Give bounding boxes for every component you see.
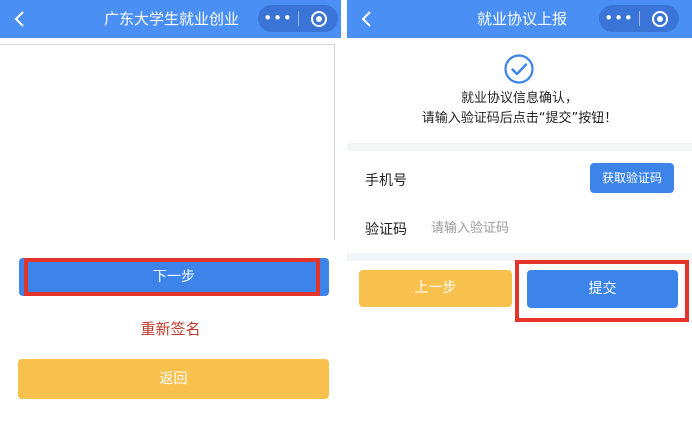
record-icon[interactable]: [640, 10, 679, 27]
navbar: 广东大学生就业创业 •••: [0, 0, 341, 38]
more-icon[interactable]: •••: [599, 5, 639, 32]
section-divider: [347, 253, 692, 261]
more-icon[interactable]: •••: [258, 5, 298, 32]
submit-button[interactable]: 提交: [527, 270, 678, 308]
verification-code-input[interactable]: [431, 216, 601, 240]
page-title: 广东大学生就业创业: [104, 10, 240, 28]
resign-link[interactable]: 重新签名: [0, 318, 341, 339]
chevron-left-icon[interactable]: [357, 8, 377, 30]
record-icon[interactable]: [299, 10, 338, 27]
signature-canvas[interactable]: [0, 44, 335, 240]
phone-label: 手机号: [365, 173, 407, 189]
get-code-button[interactable]: 获取验证码: [590, 163, 674, 193]
previous-step-button[interactable]: 上一步: [359, 270, 512, 307]
section-divider: [347, 143, 692, 151]
confirm-message-line1: 就业协议信息确认，: [460, 91, 578, 106]
back-button[interactable]: 返回: [18, 359, 329, 399]
navbar: 就业协议上报 •••: [347, 0, 692, 38]
check-circle-icon: [503, 53, 535, 85]
page-title: 就业协议上报: [477, 10, 568, 28]
next-step-button[interactable]: 下一步: [19, 258, 329, 296]
agreement-submit-screen: 就业协议上报 ••• 就业协议信息确认， 请输入验证码后点击“提交”按钮！ 手机…: [347, 0, 692, 436]
chevron-left-icon[interactable]: [10, 8, 30, 30]
mini-program-capsule: •••: [258, 5, 338, 32]
mini-program-capsule: •••: [599, 5, 679, 32]
signature-screen: 广东大学生就业创业 ••• 下一步 重新签名 返回: [0, 0, 341, 436]
confirm-message-line2: 请输入验证码后点击“提交”按钮！: [421, 111, 618, 126]
code-label: 验证码: [365, 222, 407, 238]
